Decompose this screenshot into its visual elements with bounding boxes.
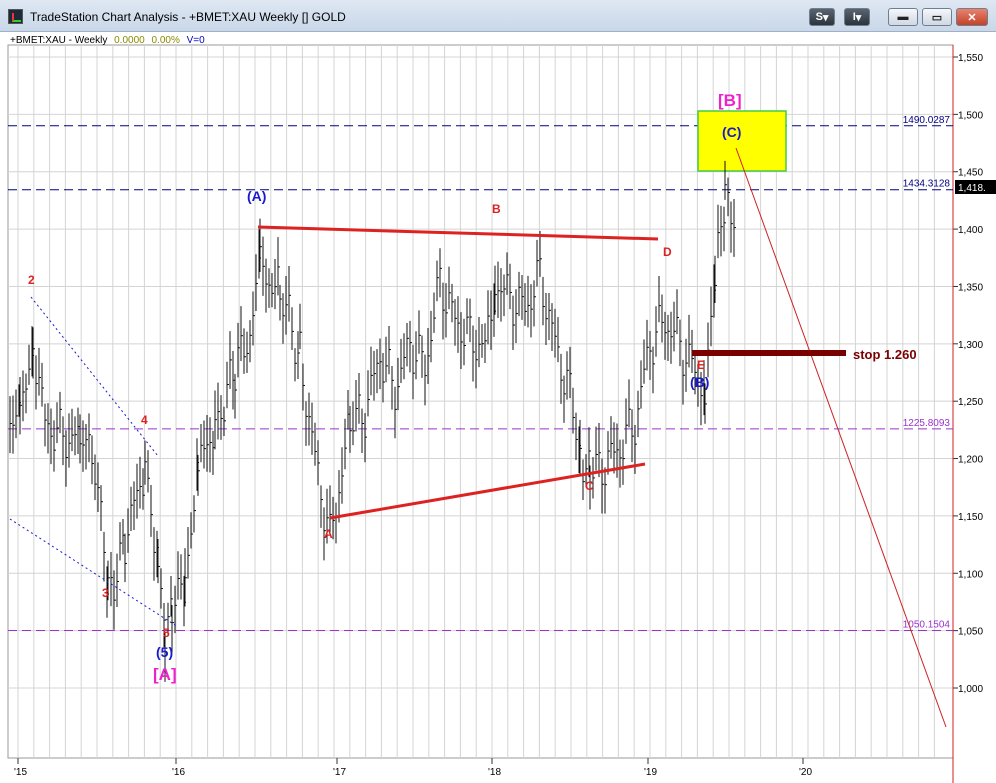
- x-tick-label: '18: [488, 767, 501, 778]
- wave-label-blue: (B): [690, 374, 709, 390]
- last-price-label: 1,418.: [958, 183, 986, 194]
- symbol-label: +BMET:XAU - Weekly: [10, 35, 108, 46]
- wave-label-red: E: [697, 358, 705, 372]
- wave-label-red: C: [585, 479, 594, 493]
- wave-label-red: A: [324, 527, 333, 541]
- wave-label-red: 2: [28, 273, 35, 287]
- wave-label-magenta: [B]: [718, 91, 742, 110]
- y-tick-label: 1,100: [958, 569, 983, 580]
- x-tick-label: '17: [333, 767, 346, 778]
- y-tick-label: 1,300: [958, 340, 983, 351]
- wave-label-blue: (5): [156, 644, 173, 660]
- y-tick-label: 1,250: [958, 397, 983, 408]
- info-bar: +BMET:XAU - Weekly 0.0000 0.00% V=0: [10, 35, 209, 46]
- y-tick-label: 1,400: [958, 225, 983, 236]
- wave-label-red: 4: [141, 413, 148, 427]
- y-tick-label: 1,350: [958, 282, 983, 293]
- x-tick-label: '19: [644, 767, 657, 778]
- price-chart[interactable]: 1,550 1,500 1,450 1,400 1,350 1,300 1,250 1,200…: [0, 0, 996, 783]
- wave-label-magenta: [A]: [153, 665, 177, 684]
- x-tick-label: '15: [14, 767, 27, 778]
- wave-label-red: 5: [163, 626, 170, 640]
- wave-label-red: D: [663, 245, 672, 259]
- y-tick-label: 1,450: [958, 168, 983, 179]
- x-tick-label: '20: [799, 767, 812, 778]
- fib-level-label: 1490.0287: [903, 115, 951, 126]
- y-tick-label: 1,550: [958, 53, 983, 64]
- y-tick-label: 1,200: [958, 455, 983, 466]
- wave-label-red: 3: [102, 586, 109, 600]
- wave-label-red: B: [492, 202, 501, 216]
- fib-level-label: 1434.3128: [903, 179, 951, 190]
- y-tick-label: 1,150: [958, 512, 983, 523]
- wave-label-blue: (A): [247, 188, 266, 204]
- volume-label: V=0: [186, 35, 205, 46]
- y-tick-label: 1,050: [958, 627, 983, 638]
- value-label: 0.0000: [114, 35, 145, 46]
- wave-label-blue: (C): [722, 124, 741, 140]
- y-tick-label: 1,000: [958, 684, 983, 695]
- stop-label: stop 1.260: [853, 347, 917, 362]
- x-tick-label: '16: [172, 767, 185, 778]
- y-tick-label: 1,500: [958, 110, 983, 121]
- pct-label: 0.00%: [151, 35, 180, 46]
- fib-level-label: 1225.8093: [903, 418, 951, 429]
- target-box: [697, 110, 787, 172]
